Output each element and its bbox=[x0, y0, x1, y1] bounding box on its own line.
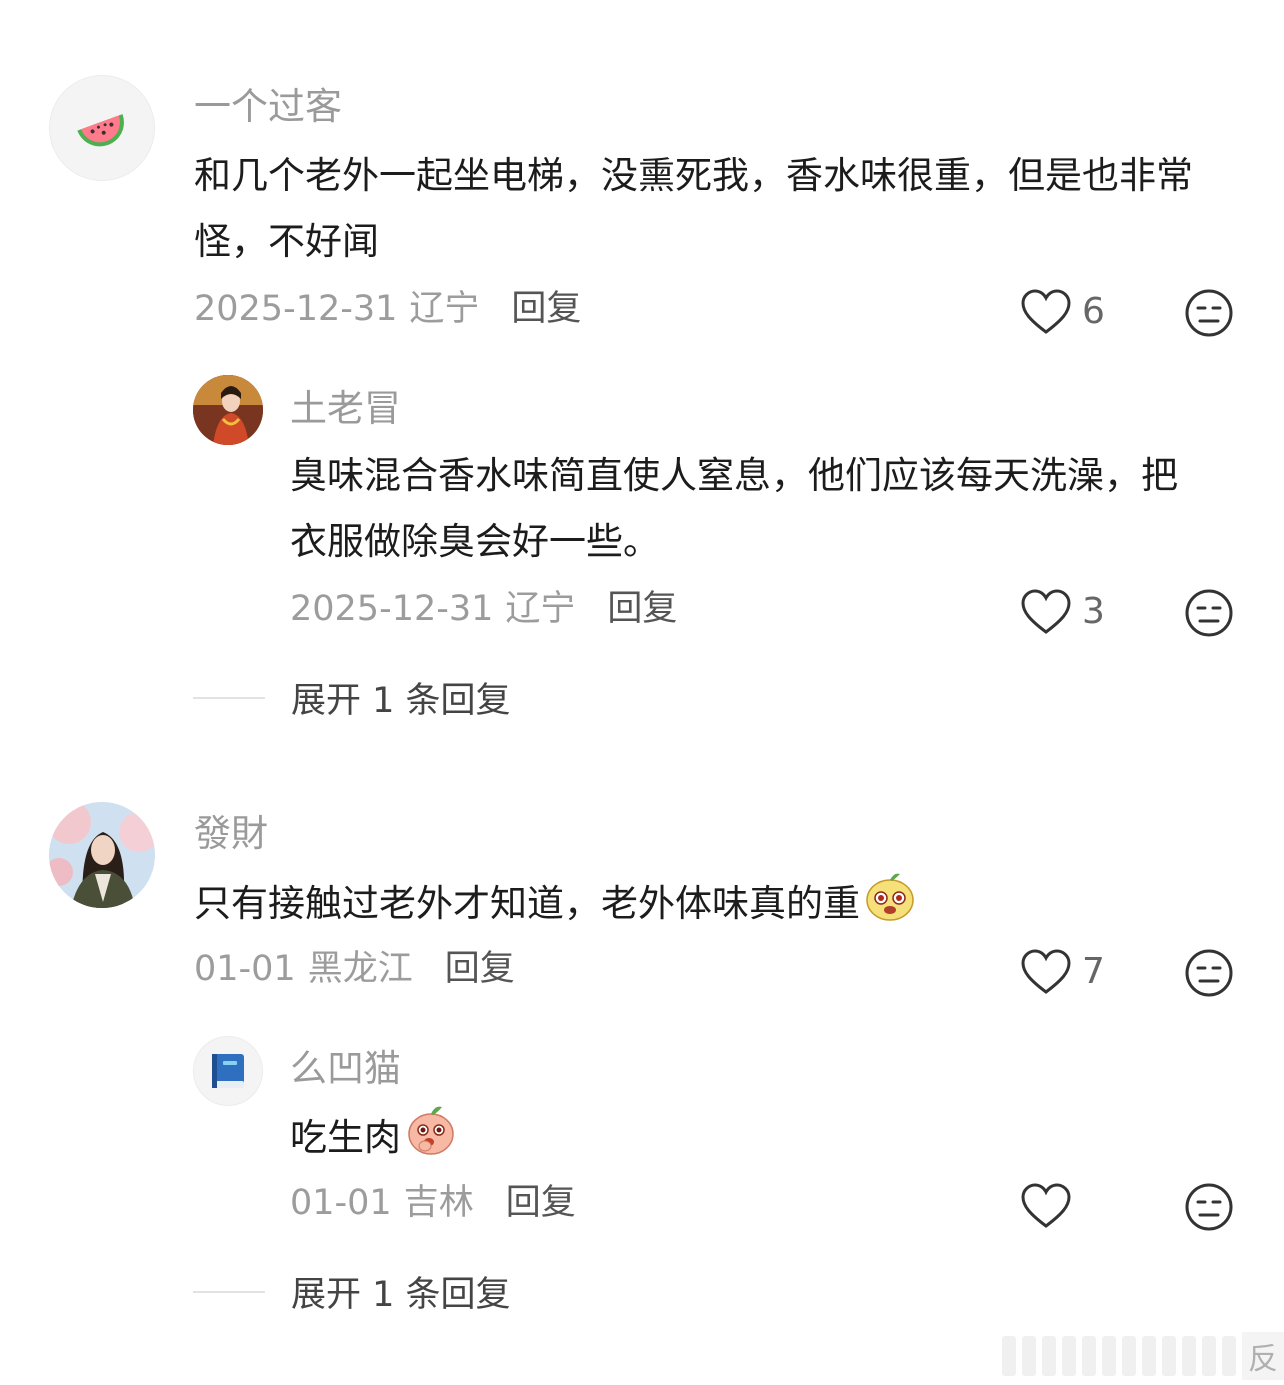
watermark: 反 bbox=[864, 1331, 1284, 1381]
expand-label: 展开 1 条回复 bbox=[291, 1275, 511, 1315]
watermark-text: 反 bbox=[1242, 1332, 1284, 1380]
watermark-mark bbox=[1142, 1336, 1156, 1376]
avatar[interactable] bbox=[49, 75, 155, 181]
like-button[interactable]: 3 bbox=[1020, 588, 1105, 636]
reply-button[interactable]: 回复 bbox=[506, 1186, 576, 1221]
comment-date: 2025-12-31 bbox=[194, 289, 398, 329]
avatar[interactable] bbox=[193, 1036, 263, 1106]
avatar[interactable] bbox=[49, 802, 155, 908]
heart-icon bbox=[1021, 1183, 1071, 1228]
peach-sticker-icon bbox=[408, 1106, 454, 1155]
watermark-mark bbox=[1002, 1336, 1016, 1376]
blue-book-icon bbox=[212, 1054, 244, 1088]
reply-text: 臭味混合香水味简直使人窒息，他们应该每天洗澡，把衣服做除臭会好一些。 bbox=[290, 454, 1178, 563]
watermark-mark bbox=[1102, 1336, 1116, 1376]
reply-button[interactable]: 回复 bbox=[445, 952, 515, 987]
reply-text-content: 吃生肉 bbox=[290, 1116, 401, 1159]
comment-text: 和几个老外一起坐电梯，没熏死我，香水味很重，但是也非常怪，不好闻 bbox=[194, 154, 1193, 263]
comment-meta: 01-01 黑龙江 回复 bbox=[194, 952, 515, 987]
like-count: 7 bbox=[1082, 951, 1105, 992]
like-button[interactable]: 6 bbox=[1020, 288, 1105, 336]
dislike-button[interactable] bbox=[1184, 948, 1234, 1002]
comment-date: 01-01 bbox=[290, 1183, 392, 1223]
watermark-mark bbox=[1162, 1336, 1176, 1376]
like-count: 3 bbox=[1082, 591, 1105, 632]
like-button[interactable]: 7 bbox=[1020, 948, 1105, 996]
comment-region: 辽宁 bbox=[409, 289, 480, 329]
heart-icon bbox=[1021, 949, 1071, 994]
dislike-button[interactable] bbox=[1184, 588, 1234, 642]
comment-meta: 2025-12-31 辽宁 回复 bbox=[290, 592, 677, 627]
comment-region: 黑龙江 bbox=[307, 949, 413, 989]
username[interactable]: 么凹猫 bbox=[290, 1050, 401, 1087]
reply-button[interactable]: 回复 bbox=[607, 592, 677, 627]
neutral-face-icon bbox=[1185, 949, 1233, 997]
comment-region: 吉林 bbox=[403, 1183, 474, 1223]
neutral-face-icon bbox=[1185, 589, 1233, 637]
watermark-mark bbox=[1022, 1336, 1036, 1376]
like-count: 6 bbox=[1082, 291, 1105, 332]
comment-text-content: 只有接触过老外才知道，老外体味真的重 bbox=[194, 882, 860, 925]
comment-meta: 01-01 吉林 回复 bbox=[290, 1186, 576, 1221]
like-button[interactable] bbox=[1020, 1182, 1082, 1230]
reply-button[interactable]: 回复 bbox=[511, 292, 581, 327]
portrait-avatar bbox=[193, 375, 263, 445]
heart-icon bbox=[1021, 589, 1071, 634]
username[interactable]: 一个过客 bbox=[194, 88, 342, 125]
shocked-sticker bbox=[864, 868, 916, 943]
expand-replies-button[interactable]: 展开 1 条回复 bbox=[193, 672, 511, 723]
comment-text: 只有接触过老外才知道，老外体味真的重 bbox=[194, 868, 1244, 943]
username[interactable]: 發財 bbox=[194, 815, 268, 852]
comment-meta: 2025-12-31 辽宁 回复 bbox=[194, 292, 581, 327]
dislike-button[interactable] bbox=[1184, 288, 1234, 342]
watermark-mark bbox=[1042, 1336, 1056, 1376]
watermark-mark bbox=[1122, 1336, 1136, 1376]
shocked-sticker-icon bbox=[866, 873, 914, 921]
avatar[interactable] bbox=[193, 375, 263, 445]
divider-line bbox=[193, 1290, 265, 1293]
heart-icon bbox=[1021, 289, 1071, 334]
reply-text: 吃生肉 bbox=[290, 1102, 1190, 1177]
neutral-face-icon bbox=[1185, 1183, 1233, 1231]
watermark-mark bbox=[1202, 1336, 1216, 1376]
expand-replies-button[interactable]: 展开 1 条回复 bbox=[193, 1266, 511, 1317]
comment-date: 2025-12-31 bbox=[290, 589, 494, 629]
portrait-avatar bbox=[49, 802, 155, 908]
username[interactable]: 土老冒 bbox=[290, 390, 401, 427]
watermark-mark bbox=[1062, 1336, 1076, 1376]
comment-date: 01-01 bbox=[194, 949, 296, 989]
watermelon-icon bbox=[77, 114, 124, 147]
watermark-mark bbox=[1082, 1336, 1096, 1376]
comment-region: 辽宁 bbox=[505, 589, 576, 629]
watermark-mark bbox=[1222, 1336, 1236, 1376]
peach-sticker bbox=[405, 1102, 457, 1177]
watermark-mark bbox=[1182, 1336, 1196, 1376]
dislike-button[interactable] bbox=[1184, 1182, 1234, 1236]
divider-line bbox=[193, 696, 265, 699]
expand-label: 展开 1 条回复 bbox=[291, 681, 511, 721]
neutral-face-icon bbox=[1185, 289, 1233, 337]
